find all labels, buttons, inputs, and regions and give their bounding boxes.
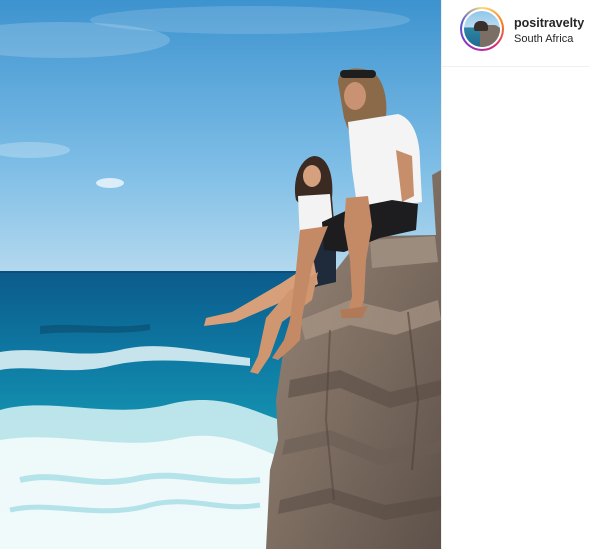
avatar[interactable] <box>464 11 500 47</box>
author-username[interactable]: positravelty <box>514 16 584 30</box>
avatar-story-ring[interactable] <box>460 7 504 51</box>
post-sidebar: positravelty South Africa <box>442 0 589 549</box>
post-header: positravelty South Africa <box>442 0 589 67</box>
post-image[interactable] <box>0 0 441 549</box>
author-location[interactable]: South Africa <box>514 33 573 45</box>
